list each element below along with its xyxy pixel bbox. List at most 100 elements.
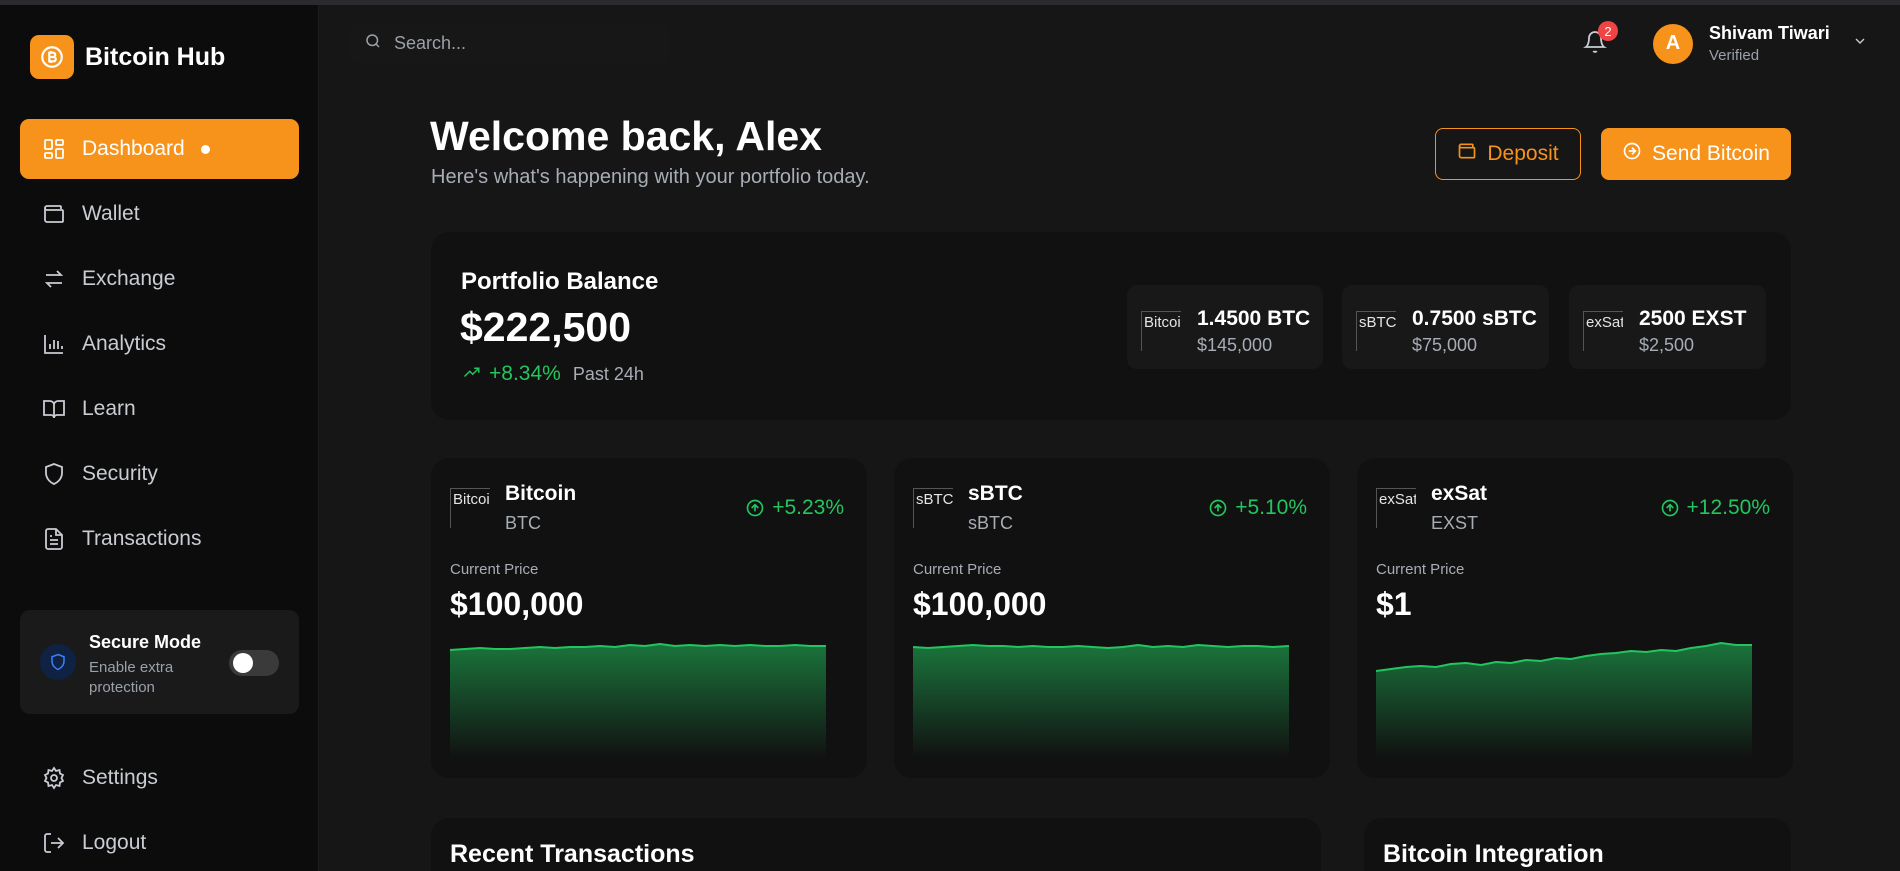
coin-change-value: +12.50% — [1686, 496, 1771, 519]
wallet-icon — [42, 202, 66, 226]
portfolio-card: Portfolio Balance $222,500 +8.34% Past 2… — [431, 232, 1791, 420]
trending-up-icon — [461, 363, 483, 386]
bitcoin-integration-card: Bitcoin Integration — [1364, 818, 1791, 871]
toggle-knob — [233, 653, 253, 673]
portfolio-change: +8.34% Past 24h — [461, 362, 644, 386]
holding-amount: 1.4500 BTC — [1197, 307, 1311, 330]
sidebar-item-exchange[interactable]: Exchange — [20, 249, 299, 309]
sidebar: Bitcoin Hub Dashboard Wallet Exchange An… — [0, 5, 319, 871]
book-icon — [42, 397, 66, 421]
gear-icon — [42, 766, 66, 790]
sidebar-item-logout[interactable]: Logout — [20, 813, 299, 871]
page-subtitle: Here's what's happening with your portfo… — [431, 166, 870, 188]
broken-image-icon: Bitcoin — [1141, 311, 1181, 351]
sidebar-item-learn[interactable]: Learn — [20, 379, 299, 439]
holding-value: $75,000 — [1412, 335, 1478, 355]
coin-change-value: +5.23% — [772, 496, 844, 519]
recent-transactions-title: Recent Transactions — [450, 840, 695, 868]
holding-amount: 2500 EXST — [1639, 307, 1747, 330]
notification-count-badge: 2 — [1598, 21, 1618, 41]
coin-symbol: EXST — [1431, 513, 1479, 533]
coin-price: $100,000 — [450, 586, 584, 622]
brand-name: Bitcoin Hub — [85, 42, 226, 71]
coin-name: Bitcoin — [505, 482, 577, 505]
broken-image-icon: sBTC — [913, 488, 953, 528]
sidebar-item-label: Security — [82, 462, 158, 485]
page-title: Welcome back, Alex — [430, 113, 822, 159]
main-nav: Dashboard Wallet Exchange Analytics Lear… — [20, 119, 299, 574]
sidebar-item-transactions[interactable]: Transactions — [20, 509, 299, 569]
send-bitcoin-button[interactable]: Send Bitcoin — [1601, 128, 1791, 180]
sparkline-chart — [1376, 641, 1752, 758]
secure-mode-card: Secure Mode Enable extra protection — [20, 610, 299, 714]
sidebar-item-label: Learn — [82, 397, 136, 420]
coin-card-sbtc[interactable]: sBTC sBTC sBTC +5.10% Current Price $100… — [894, 458, 1330, 778]
sidebar-item-label: Dashboard — [82, 137, 185, 160]
portfolio-change-value: +8.34% — [489, 362, 561, 385]
price-label: Current Price — [913, 561, 1002, 578]
coin-card-exsat[interactable]: exSat exSat EXST +12.50% Current Price $… — [1357, 458, 1793, 778]
secure-mode-title: Secure Mode — [89, 632, 202, 652]
search-icon — [364, 32, 382, 55]
shield-icon — [40, 644, 76, 680]
arrow-up-circle-icon — [746, 499, 764, 517]
coin-change-value: +5.10% — [1235, 496, 1307, 519]
avatar: A — [1653, 23, 1693, 64]
sidebar-item-wallet[interactable]: Wallet — [20, 184, 299, 244]
shield-icon — [42, 462, 66, 486]
holding-amount: 0.7500 sBTC — [1412, 307, 1537, 330]
sidebar-item-label: Logout — [82, 831, 147, 854]
holding-exst[interactable]: exSat 2500 EXST $2,500 — [1569, 285, 1766, 369]
sidebar-item-label: Wallet — [82, 202, 140, 225]
sidebar-item-analytics[interactable]: Analytics — [20, 314, 299, 374]
sidebar-item-dashboard[interactable]: Dashboard — [20, 119, 299, 179]
deposit-button[interactable]: Deposit — [1435, 128, 1581, 180]
exchange-arrows-icon — [42, 267, 66, 291]
arrow-up-circle-icon — [1209, 499, 1227, 517]
bitcoin-integration-title: Bitcoin Integration — [1383, 840, 1604, 868]
sidebar-item-settings[interactable]: Settings — [20, 748, 299, 808]
sparkline-chart — [450, 642, 826, 758]
coin-name: sBTC — [968, 482, 1023, 505]
price-label: Current Price — [1376, 561, 1465, 578]
sidebar-item-label: Settings — [82, 766, 158, 789]
sidebar-item-label: Exchange — [82, 267, 176, 290]
coin-price: $100,000 — [913, 586, 1047, 622]
secure-mode-toggle[interactable] — [229, 650, 279, 676]
holding-value: $145,000 — [1197, 335, 1273, 355]
user-menu[interactable]: A Shivam Tiwari Verified — [1653, 23, 1868, 64]
broken-image-icon: sBTC — [1356, 311, 1396, 351]
bar-chart-icon — [42, 332, 66, 356]
coin-change: +12.50% — [1660, 496, 1771, 520]
sidebar-item-security[interactable]: Security — [20, 444, 299, 504]
brand[interactable]: Bitcoin Hub — [30, 35, 225, 79]
deposit-label: Deposit — [1487, 142, 1559, 165]
holding-sbtc[interactable]: sBTC 0.7500 sBTC $75,000 — [1342, 285, 1549, 369]
coin-name: exSat — [1431, 482, 1488, 505]
sparkline-chart — [913, 643, 1289, 758]
logout-icon — [42, 831, 66, 855]
coin-symbol: sBTC — [968, 513, 1013, 533]
user-status: Verified — [1709, 47, 1760, 64]
holding-btc[interactable]: Bitcoin 1.4500 BTC $145,000 — [1127, 285, 1323, 369]
recent-transactions-card: Recent Transactions — [431, 818, 1321, 871]
search-input[interactable]: Search... — [350, 23, 670, 63]
portfolio-title: Portfolio Balance — [461, 268, 659, 295]
document-icon — [42, 527, 66, 551]
sidebar-item-label: Transactions — [82, 527, 202, 550]
coin-card-bitcoin[interactable]: Bitcoin Bitcoin BTC +5.23% Current Price… — [431, 458, 867, 778]
coin-change: +5.23% — [745, 496, 844, 520]
price-label: Current Price — [450, 561, 539, 578]
arrow-up-circle-icon — [1661, 499, 1678, 517]
broken-image-icon: exSat — [1376, 488, 1416, 528]
coin-price: $1 — [1376, 586, 1412, 622]
chevron-down-icon — [1852, 33, 1868, 54]
portfolio-change-period: Past 24h — [572, 363, 644, 384]
sidebar-item-label: Analytics — [82, 332, 167, 355]
coin-change: +5.10% — [1208, 496, 1307, 520]
dashboard-icon — [42, 137, 66, 161]
coin-symbol: BTC — [505, 513, 541, 533]
search-placeholder: Search... — [394, 32, 467, 53]
send-label: Send Bitcoin — [1652, 142, 1770, 165]
user-name: Shivam Tiwari — [1709, 23, 1830, 43]
